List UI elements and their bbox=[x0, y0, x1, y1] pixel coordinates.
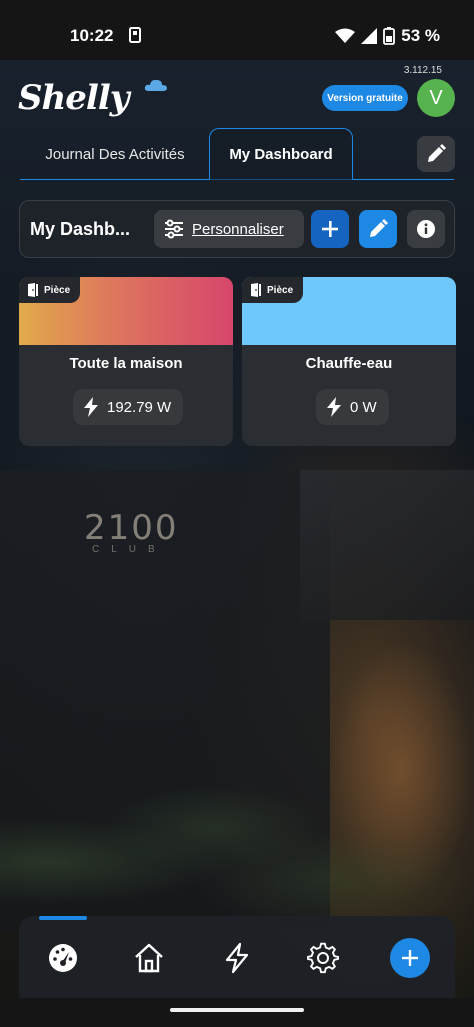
door-icon bbox=[28, 283, 38, 297]
info-icon bbox=[417, 220, 435, 238]
home-icon bbox=[135, 943, 163, 973]
dashboard-title: My Dashb... bbox=[30, 218, 131, 239]
background-roof bbox=[300, 470, 474, 620]
tab-my-dashboard[interactable]: My Dashboard bbox=[209, 128, 353, 180]
settings-icon bbox=[307, 942, 339, 974]
background-sign-sub: CLUB bbox=[92, 544, 167, 555]
sliders-icon bbox=[165, 219, 183, 239]
sim-icon bbox=[129, 27, 141, 43]
shelly-logo: Shelly bbox=[18, 78, 167, 124]
bottom-navigation bbox=[19, 916, 455, 998]
room-tag-label: Pièce bbox=[267, 284, 294, 296]
edit-tabs-button[interactable] bbox=[417, 136, 455, 172]
power-value: 0 W bbox=[350, 398, 377, 416]
status-bar: 10:22 53 % bbox=[0, 0, 474, 60]
logo-text: Shelly bbox=[18, 78, 129, 118]
plus-icon bbox=[322, 221, 338, 237]
battery-icon bbox=[383, 27, 396, 45]
cloud-icon bbox=[144, 79, 167, 91]
background-plants bbox=[0, 760, 474, 930]
room-card-toute-la-maison[interactable]: Pièce Toute la maison 192.79 W bbox=[19, 277, 233, 446]
nav-dashboard[interactable] bbox=[43, 938, 83, 978]
tab-journal[interactable]: Journal Des Activités bbox=[20, 128, 210, 180]
wifi-icon bbox=[335, 28, 356, 43]
add-widget-button[interactable] bbox=[311, 210, 349, 248]
status-time: 10:22 bbox=[70, 26, 114, 45]
add-icon bbox=[402, 950, 418, 966]
battery-level: 53 % bbox=[401, 26, 440, 45]
room-tag: Pièce bbox=[242, 277, 304, 303]
app-version: 3.112.15 bbox=[403, 65, 442, 76]
system-nav-bar bbox=[0, 998, 474, 1027]
power-reading: 0 W bbox=[316, 389, 389, 425]
avatar[interactable]: V bbox=[417, 79, 455, 117]
edit-dashboard-button[interactable] bbox=[359, 210, 397, 248]
nav-energy[interactable] bbox=[217, 938, 257, 978]
nav-settings[interactable] bbox=[303, 938, 343, 978]
dashboard-icon bbox=[49, 944, 77, 972]
tab-bar: Journal Des Activités My Dashboard bbox=[20, 128, 455, 180]
home-indicator[interactable] bbox=[170, 1008, 304, 1012]
bolt-icon bbox=[84, 397, 98, 417]
room-tag: Pièce bbox=[19, 277, 81, 303]
customize-button[interactable]: Personnaliser bbox=[154, 210, 304, 248]
bolt-icon bbox=[327, 397, 341, 417]
room-card-chauffe-eau[interactable]: Pièce Chauffe-eau 0 W bbox=[242, 277, 456, 446]
pencil-icon bbox=[370, 219, 388, 237]
nav-add-button[interactable] bbox=[390, 938, 430, 978]
room-name: Toute la maison bbox=[69, 355, 183, 372]
info-button[interactable] bbox=[407, 210, 445, 248]
power-reading: 192.79 W bbox=[73, 389, 184, 425]
background-sign: 2100 bbox=[84, 508, 179, 548]
pencil-icon bbox=[428, 144, 446, 162]
door-icon bbox=[251, 283, 261, 297]
energy-icon bbox=[225, 942, 249, 974]
nav-rooms[interactable] bbox=[129, 938, 169, 978]
room-name: Chauffe-eau bbox=[305, 355, 393, 372]
status-right: 53 % bbox=[335, 26, 440, 46]
active-tab-indicator bbox=[39, 916, 87, 920]
customize-label: Personnaliser bbox=[192, 220, 284, 238]
power-value: 192.79 W bbox=[107, 398, 172, 416]
free-version-badge[interactable]: Version gratuite bbox=[322, 85, 408, 111]
dashboard-toolbar: My Dashb... Personnaliser bbox=[19, 200, 455, 258]
room-tag-label: Pièce bbox=[44, 284, 71, 296]
signal-icon bbox=[361, 28, 378, 44]
